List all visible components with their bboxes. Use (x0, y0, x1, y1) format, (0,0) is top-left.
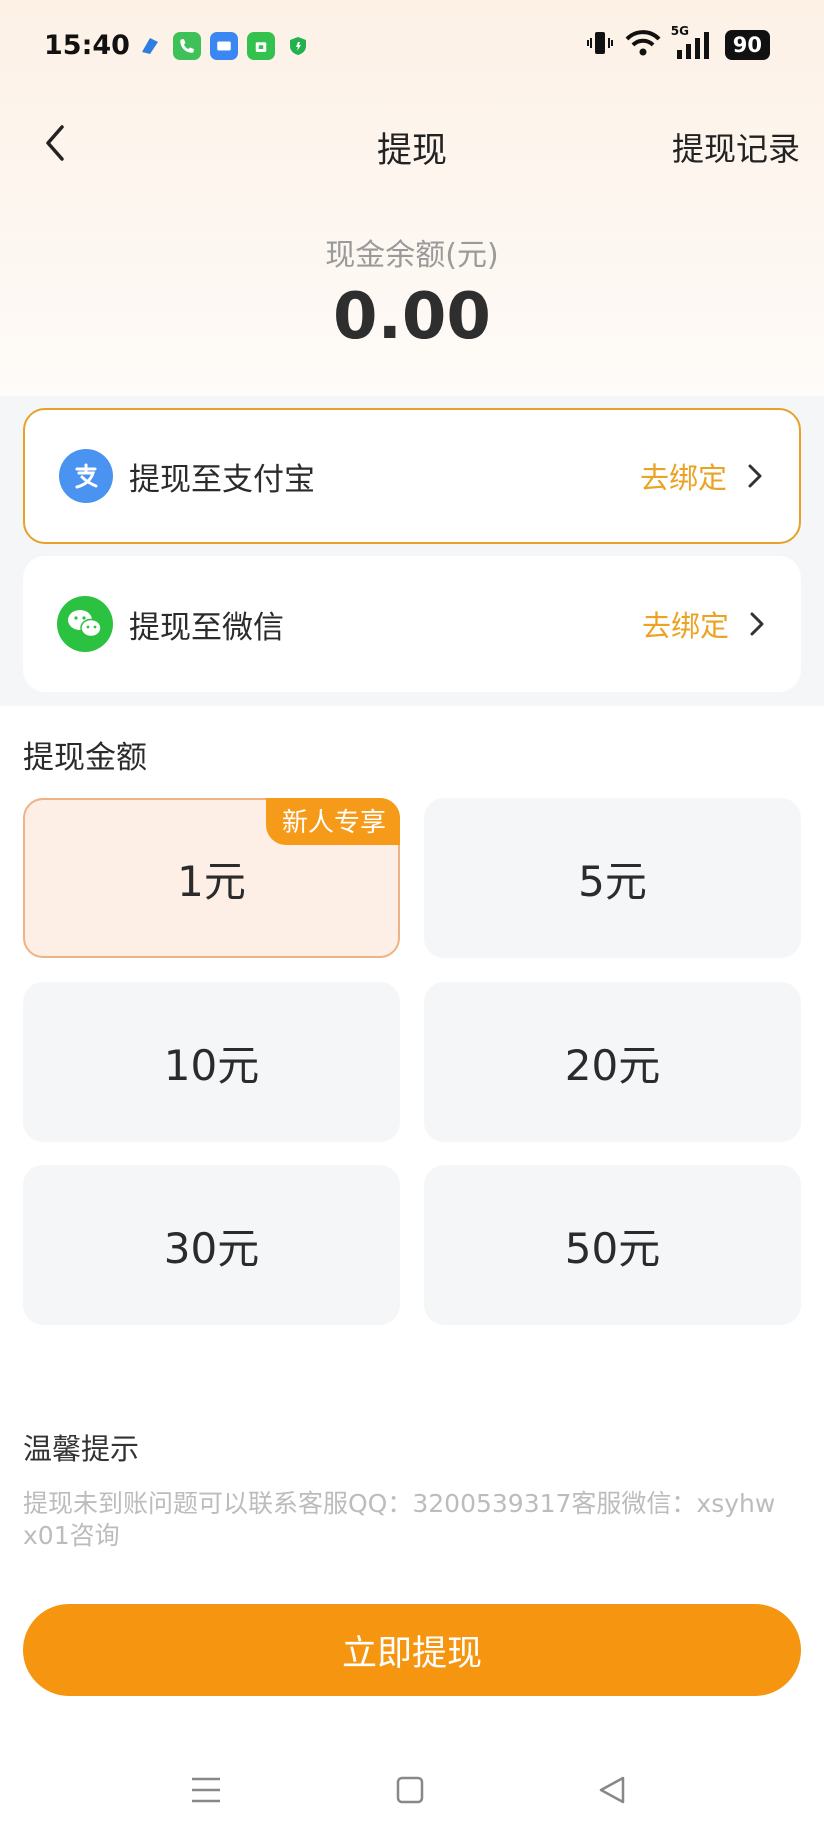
amount-option-20[interactable]: 20元 (424, 982, 801, 1142)
chevron-left-icon (46, 125, 64, 161)
amount-label: 20元 (564, 1040, 661, 1090)
battery-indicator: 90 (724, 30, 770, 60)
status-time: 15:40 (44, 30, 130, 61)
phone-app-icon (173, 32, 201, 60)
status-bar: 15:40 5G 90 (0, 0, 824, 96)
menu-icon[interactable] (188, 1772, 224, 1808)
amount-section-title: 提现金额 (23, 740, 147, 776)
amount-option-50[interactable]: 50元 (424, 1165, 801, 1325)
system-nav-bar (0, 1760, 824, 1820)
browser-app-icon (136, 32, 164, 60)
status-right-icons: 5G 90 (586, 24, 770, 62)
home-icon[interactable] (392, 1772, 428, 1808)
amount-option-10[interactable]: 10元 (23, 982, 400, 1142)
back-triangle-icon[interactable] (594, 1772, 630, 1808)
method-label: 提现至微信 (129, 609, 284, 646)
bind-action: 去绑定 (641, 609, 729, 643)
bind-action: 去绑定 (639, 461, 727, 495)
amount-label: 30元 (163, 1223, 260, 1273)
amount-label: 10元 (163, 1040, 260, 1090)
method-alipay[interactable]: 提现至支付宝 去绑定 (23, 408, 801, 544)
amount-option-5[interactable]: 5元 (424, 798, 801, 958)
alipay-icon (59, 449, 113, 503)
security-shield-icon (284, 32, 312, 60)
method-label: 提现至支付宝 (129, 461, 315, 498)
amount-option-1[interactable]: 1元 新人专享 (23, 798, 400, 958)
chevron-right-icon (743, 610, 771, 638)
withdraw-record-link[interactable]: 提现记录 (672, 124, 800, 170)
store-app-icon (247, 32, 275, 60)
balance-value: 0.00 (333, 280, 491, 354)
notification-icons (136, 32, 312, 60)
network-type-label: 5G (670, 24, 689, 38)
amount-option-30[interactable]: 30元 (23, 1165, 400, 1325)
amount-label: 50元 (564, 1223, 661, 1273)
withdraw-methods: 提现至支付宝 去绑定 提现至微信 去绑定 (0, 396, 824, 706)
wifi-icon (625, 29, 661, 61)
vibrate-icon (586, 28, 613, 62)
cellular-signal-icon: 5G (671, 24, 713, 60)
new-user-badge: 新人专享 (265, 798, 400, 845)
amount-label: 5元 (578, 856, 647, 906)
back-button[interactable] (30, 118, 80, 168)
nav-bar: 提现 提现记录 (0, 100, 824, 186)
tips-text: 提现未到账问题可以联系客服QQ：3200539317客服微信：xsyhwx01咨… (23, 1489, 776, 1550)
balance-label: 现金余额(元) (325, 238, 499, 273)
tips-title: 温馨提示 (23, 1432, 140, 1466)
message-app-icon (210, 32, 238, 60)
amount-label: 1元 (177, 856, 246, 906)
method-wechat[interactable]: 提现至微信 去绑定 (23, 556, 801, 692)
wechat-icon (57, 596, 113, 652)
chevron-right-icon (741, 462, 769, 490)
withdraw-now-button[interactable]: 立即提现 (23, 1604, 801, 1696)
